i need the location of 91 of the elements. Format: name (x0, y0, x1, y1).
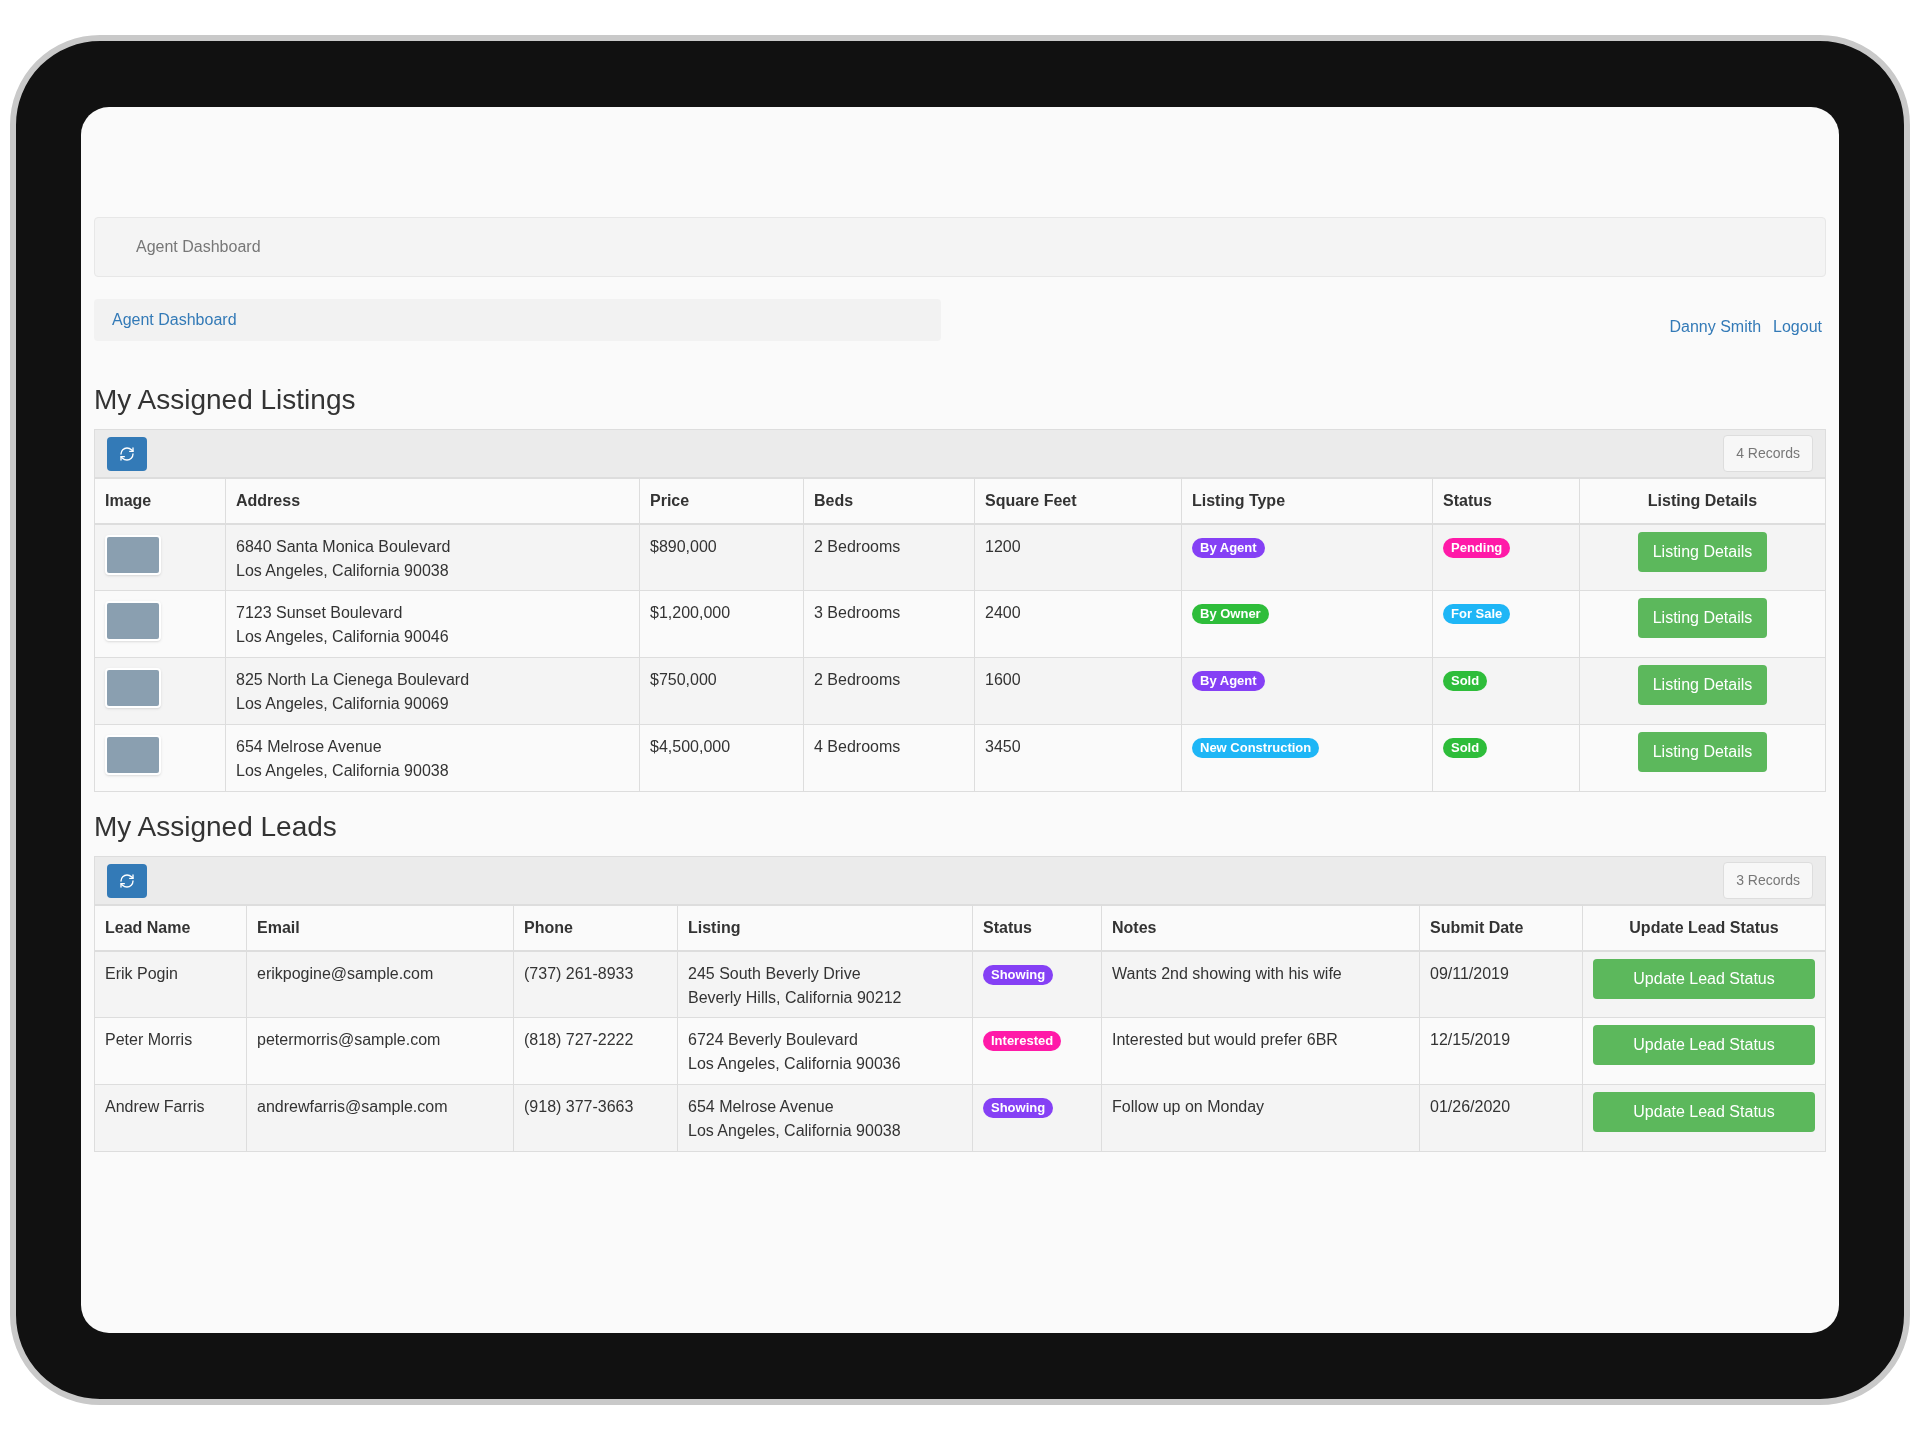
submit-date-cell: 12/15/2019 (1430, 1031, 1511, 1048)
refresh-button[interactable] (107, 436, 147, 471)
square-feet-cell: 2400 (985, 604, 1021, 621)
column-header: Price (639, 478, 804, 524)
square-feet-cell: 3450 (985, 738, 1021, 755)
column-header: Image (94, 478, 226, 524)
breadcrumb-link[interactable]: Agent Dashboard (112, 308, 237, 332)
status-badge: For Sale (1443, 604, 1511, 624)
status-badge: Interested (983, 1031, 1062, 1051)
status-badge: By Owner (1192, 604, 1269, 624)
listing-details-button[interactable]: Listing Details (1637, 598, 1768, 638)
column-header: Update Lead Status (1582, 905, 1826, 951)
records-count: 4 Records (1723, 435, 1813, 472)
column-header: Status (972, 905, 1102, 951)
email-cell: andrewfarris@sample.com (257, 1098, 448, 1115)
address-line: 245 South Beverly Drive (688, 963, 862, 984)
update-lead-status-button[interactable]: Update Lead Status (1593, 1025, 1815, 1065)
status-badge: By Agent (1192, 671, 1265, 691)
status-badge: Pending (1443, 537, 1511, 558)
address-line: 825 North La Cienega Boulevard (236, 670, 471, 690)
logout-link[interactable]: Logout (1773, 315, 1822, 339)
user-name-link[interactable]: Danny Smith (1669, 315, 1762, 339)
address-line: Los Angeles, California 90038 (688, 1121, 902, 1141)
status-badge: Showing (983, 1098, 1054, 1118)
listing-details-button[interactable]: Listing Details (1637, 732, 1768, 772)
notes-cell: Wants 2nd showing with his wife (1112, 964, 1342, 982)
column-header: Listing Type (1181, 478, 1433, 524)
address-line: Beverly Hills, California 90212 (688, 987, 903, 1008)
status-badge: Sold (1443, 671, 1488, 691)
status-badge: New Construction (1192, 738, 1320, 758)
records-count: 3 Records (1723, 862, 1813, 899)
price-cell: $750,000 (650, 671, 717, 688)
column-header: Address (225, 478, 640, 524)
column-header: Beds (803, 478, 975, 524)
address-line: 6724 Beverly Boulevard (688, 1030, 859, 1050)
photo-placeholder (105, 735, 161, 775)
submit-date-cell: 09/11/2019 (1430, 964, 1509, 982)
address-line: 7123 Sunset Boulevard (236, 603, 404, 623)
column-header: Listing (677, 905, 973, 951)
refresh-button[interactable] (107, 863, 147, 898)
submit-date-cell: 01/26/2020 (1430, 1098, 1511, 1115)
listing-details-button[interactable]: Listing Details (1637, 531, 1768, 572)
lead-name-cell: Erik Pogin (105, 964, 178, 982)
header-title: Agent Dashboard (136, 237, 261, 257)
phone-cell: (818) 727-2222 (524, 1031, 634, 1048)
column-header: Listing Details (1579, 478, 1826, 524)
phone-cell: (737) 261-8933 (524, 964, 634, 982)
address-line: 6840 Santa Monica Boulevard (236, 536, 452, 557)
price-cell: $1,200,000 (650, 604, 731, 621)
refresh-icon (119, 445, 135, 462)
column-header: Status (1432, 478, 1580, 524)
column-header: Email (246, 905, 514, 951)
status-badge: Sold (1443, 738, 1488, 758)
phone-cell: (918) 377-3663 (524, 1098, 634, 1115)
status-badge: By Agent (1192, 537, 1265, 558)
column-header: Submit Date (1419, 905, 1583, 951)
price-cell: $890,000 (650, 537, 717, 555)
email-cell: petermorris@sample.com (257, 1031, 441, 1048)
beds-cell: 3 Bedrooms (814, 604, 901, 621)
square-feet-cell: 1600 (985, 671, 1021, 688)
status-badge: Showing (983, 964, 1054, 985)
column-header: Notes (1101, 905, 1420, 951)
price-cell: $4,500,000 (650, 738, 731, 755)
column-header: Square Feet (974, 478, 1182, 524)
lead-name-cell: Peter Morris (105, 1031, 193, 1048)
address-line: Los Angeles, California 90038 (236, 761, 450, 781)
refresh-icon (119, 872, 135, 889)
listing-details-button[interactable]: Listing Details (1637, 665, 1768, 705)
beds-cell: 2 Bedrooms (814, 671, 901, 688)
photo-placeholder (105, 668, 161, 708)
photo-placeholder (105, 601, 161, 641)
beds-cell: 4 Bedrooms (814, 738, 901, 755)
photo-placeholder (105, 534, 161, 575)
update-lead-status-button[interactable]: Update Lead Status (1593, 958, 1815, 999)
address-line: Los Angeles, California 90038 (236, 560, 450, 581)
square-feet-cell: 1200 (985, 537, 1021, 555)
address-line: Los Angeles, California 90069 (236, 694, 450, 714)
section-heading: My Assigned Listings (94, 383, 357, 417)
column-header: Phone (513, 905, 678, 951)
lead-name-cell: Andrew Farris (105, 1098, 205, 1115)
notes-cell: Interested but would prefer 6BR (1112, 1031, 1338, 1048)
address-line: Los Angeles, California 90046 (236, 627, 450, 647)
update-lead-status-button[interactable]: Update Lead Status (1593, 1092, 1815, 1132)
section-heading: My Assigned Leads (94, 810, 338, 844)
email-cell: erikpogine@sample.com (257, 964, 434, 982)
column-header: Lead Name (94, 905, 247, 951)
notes-cell: Follow up on Monday (1112, 1098, 1265, 1115)
address-line: 654 Melrose Avenue (236, 737, 383, 757)
address-line: 654 Melrose Avenue (688, 1097, 835, 1117)
beds-cell: 2 Bedrooms (814, 537, 901, 555)
address-line: Los Angeles, California 90036 (688, 1054, 902, 1074)
